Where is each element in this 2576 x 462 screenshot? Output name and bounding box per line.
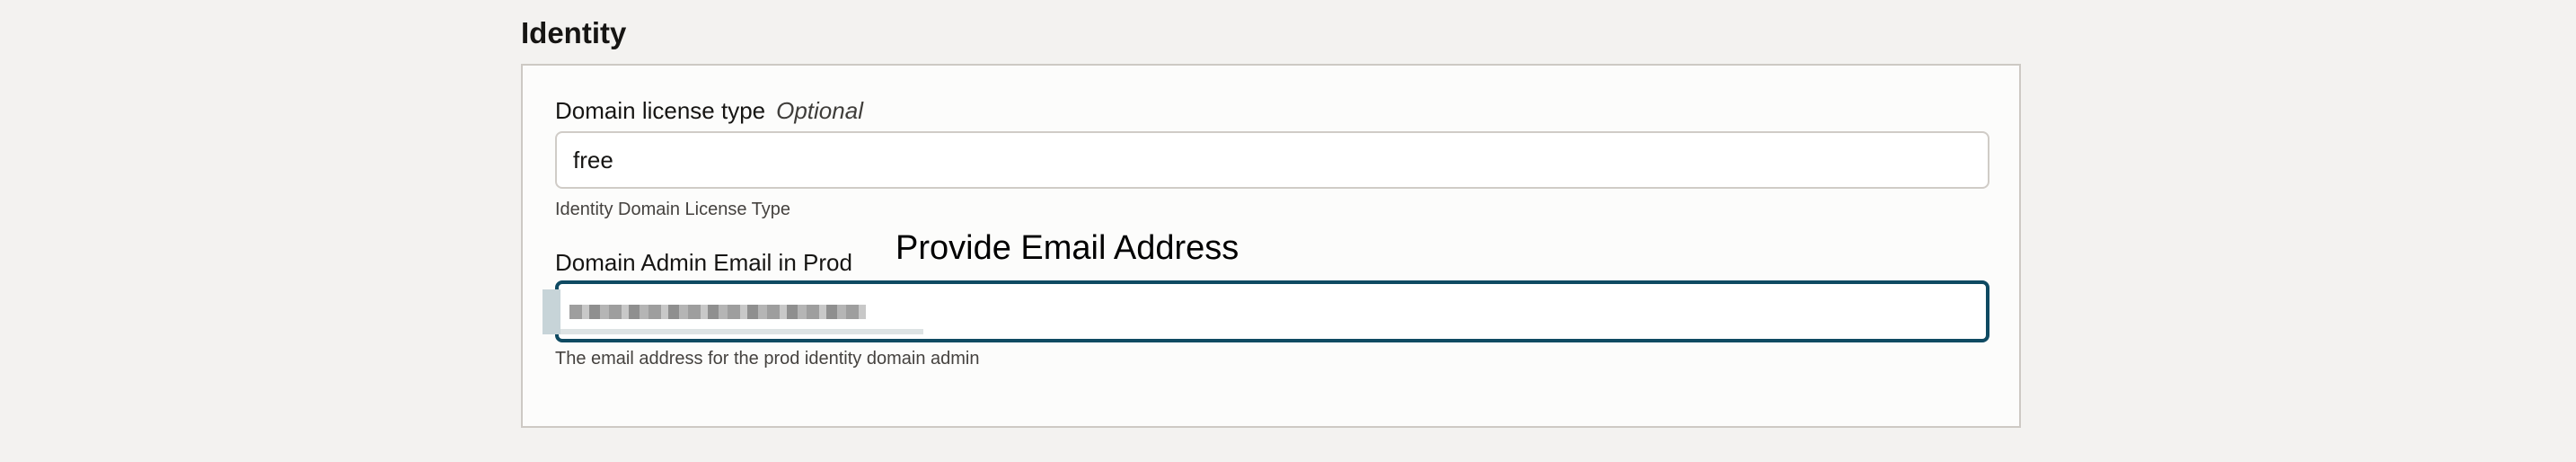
redacted-email (543, 289, 923, 334)
admin-email-label: Domain Admin Email in Prod (555, 249, 852, 276)
license-type-help: Identity Domain License Type (555, 200, 791, 219)
license-type-input[interactable]: free (555, 131, 1989, 189)
license-type-value: free (573, 146, 613, 173)
license-type-label: Domain license type Optional (555, 97, 863, 125)
admin-email-help: The email address for the prod identity … (555, 349, 980, 369)
annotation-text: Provide Email Address (895, 229, 1239, 267)
license-type-label-text: Domain license type (555, 97, 766, 124)
section-title: Identity (521, 16, 627, 49)
optional-tag: Optional (776, 97, 863, 124)
